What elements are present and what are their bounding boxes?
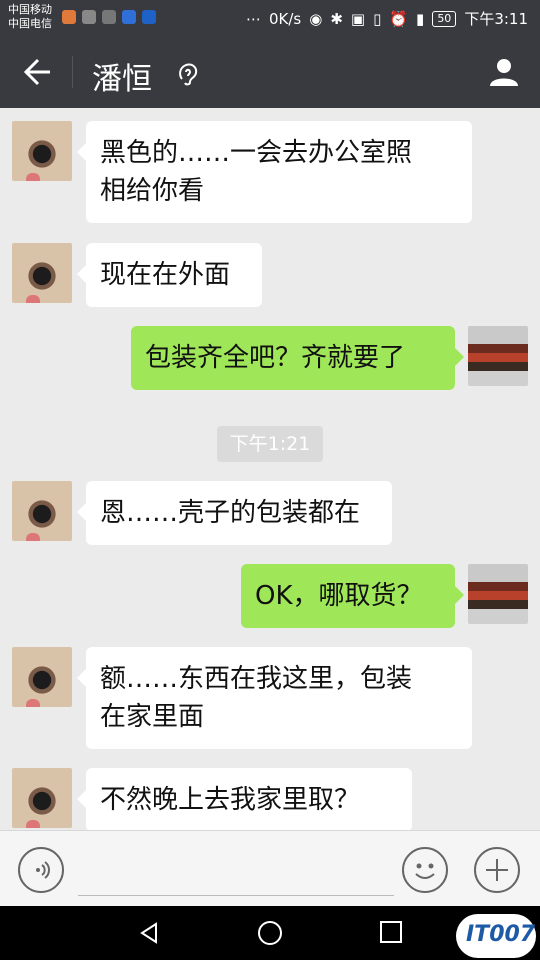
- clock: 下午3:11: [464, 10, 528, 28]
- message-bubble-incoming[interactable]: 现在在外面: [86, 243, 262, 307]
- message-text: 现在在外面: [100, 260, 231, 290]
- message-list[interactable]: 黑色的……一会去办公室照 相给你看 现在在外面 包装齐全吧？齐就要了 下午1:2…: [0, 108, 540, 830]
- person-icon[interactable]: [488, 56, 520, 88]
- message-text: 包装齐全吧？齐就要了: [145, 343, 406, 373]
- message-timestamp: 下午1:21: [217, 426, 323, 462]
- message-text: 黑色的……一会去办公室照: [100, 138, 413, 168]
- message-text: 额……东西在我这里，包装: [100, 664, 413, 694]
- message-input[interactable]: [78, 851, 394, 896]
- plus-icon[interactable]: [474, 847, 520, 893]
- message-text: OK，哪取货？: [255, 581, 423, 611]
- message-text: 相给你看: [100, 176, 205, 206]
- chat-header: 潘恒: [0, 36, 540, 108]
- carrier-labels: 中国移动 中国电信: [8, 3, 52, 31]
- system-nav-bar: IT007: [0, 906, 540, 960]
- contact-avatar[interactable]: [12, 768, 72, 828]
- alarm-icon: ⏰: [389, 9, 409, 28]
- nfc-icon: ▣: [350, 9, 366, 28]
- contact-avatar[interactable]: [12, 647, 72, 707]
- voice-icon[interactable]: [18, 847, 64, 893]
- app-notification-icon: [62, 10, 76, 24]
- status-right: ⋯ 0K/s ◉ ✱ ▣ ▯ ⏰ ▮ 50 下午3:11: [246, 8, 528, 29]
- input-bar: [0, 830, 540, 907]
- contact-avatar[interactable]: [12, 121, 72, 181]
- nav-recent-icon[interactable]: [380, 921, 402, 943]
- watermark-logo: IT007: [456, 914, 536, 958]
- carrier-2: 中国电信: [8, 17, 52, 30]
- message-text: 恩……壳子的包装都在: [100, 498, 361, 528]
- message-bubble-incoming[interactable]: 不然晚上去我家里取？: [86, 768, 412, 830]
- chat-app-icon: [102, 10, 116, 24]
- carrier-1: 中国移动: [8, 3, 52, 16]
- vibrate-icon: ▯: [373, 9, 382, 28]
- emoji-icon[interactable]: [402, 847, 448, 893]
- bluetooth-icon: ✱: [330, 9, 343, 28]
- message-text: 不然晚上去我家里取？: [100, 785, 361, 815]
- message-bubble-outgoing[interactable]: 包装齐全吧？齐就要了: [131, 326, 455, 390]
- header-divider: [72, 56, 73, 88]
- browser-icon: [142, 10, 156, 24]
- contact-name: 潘恒: [92, 62, 152, 97]
- message-bubble-outgoing[interactable]: OK，哪取货？: [241, 564, 455, 628]
- notification-icons: [62, 10, 156, 24]
- status-bar: 中国移动 中国电信 ⋯ 0K/s ◉ ✱ ▣ ▯ ⏰ ▮ 50 下午3:11: [0, 0, 540, 36]
- paw-icon: [122, 10, 136, 24]
- message-text: 在家里面: [100, 702, 205, 732]
- nav-back-icon[interactable]: [138, 922, 160, 944]
- watermark-text: IT007: [466, 922, 536, 947]
- contact-avatar[interactable]: [12, 243, 72, 303]
- message-bubble-incoming[interactable]: 额……东西在我这里，包装 在家里面: [86, 647, 472, 749]
- back-arrow-icon[interactable]: [20, 56, 54, 88]
- message-bubble-incoming[interactable]: 黑色的……一会去办公室照 相给你看: [86, 121, 472, 223]
- ear-icon[interactable]: [177, 61, 201, 87]
- network-speed: 0K/s: [268, 9, 302, 28]
- nav-home-icon[interactable]: [258, 921, 282, 945]
- contact-avatar[interactable]: [12, 481, 72, 541]
- signal-icon: ▮: [416, 9, 425, 28]
- my-avatar[interactable]: [468, 326, 528, 386]
- message-bubble-incoming[interactable]: 恩……壳子的包装都在: [86, 481, 392, 545]
- my-avatar[interactable]: [468, 564, 528, 624]
- battery-saver-icon: [82, 10, 96, 24]
- battery: 50: [432, 10, 457, 27]
- more-icon: ⋯: [245, 9, 261, 28]
- location-icon: ◉: [309, 9, 323, 28]
